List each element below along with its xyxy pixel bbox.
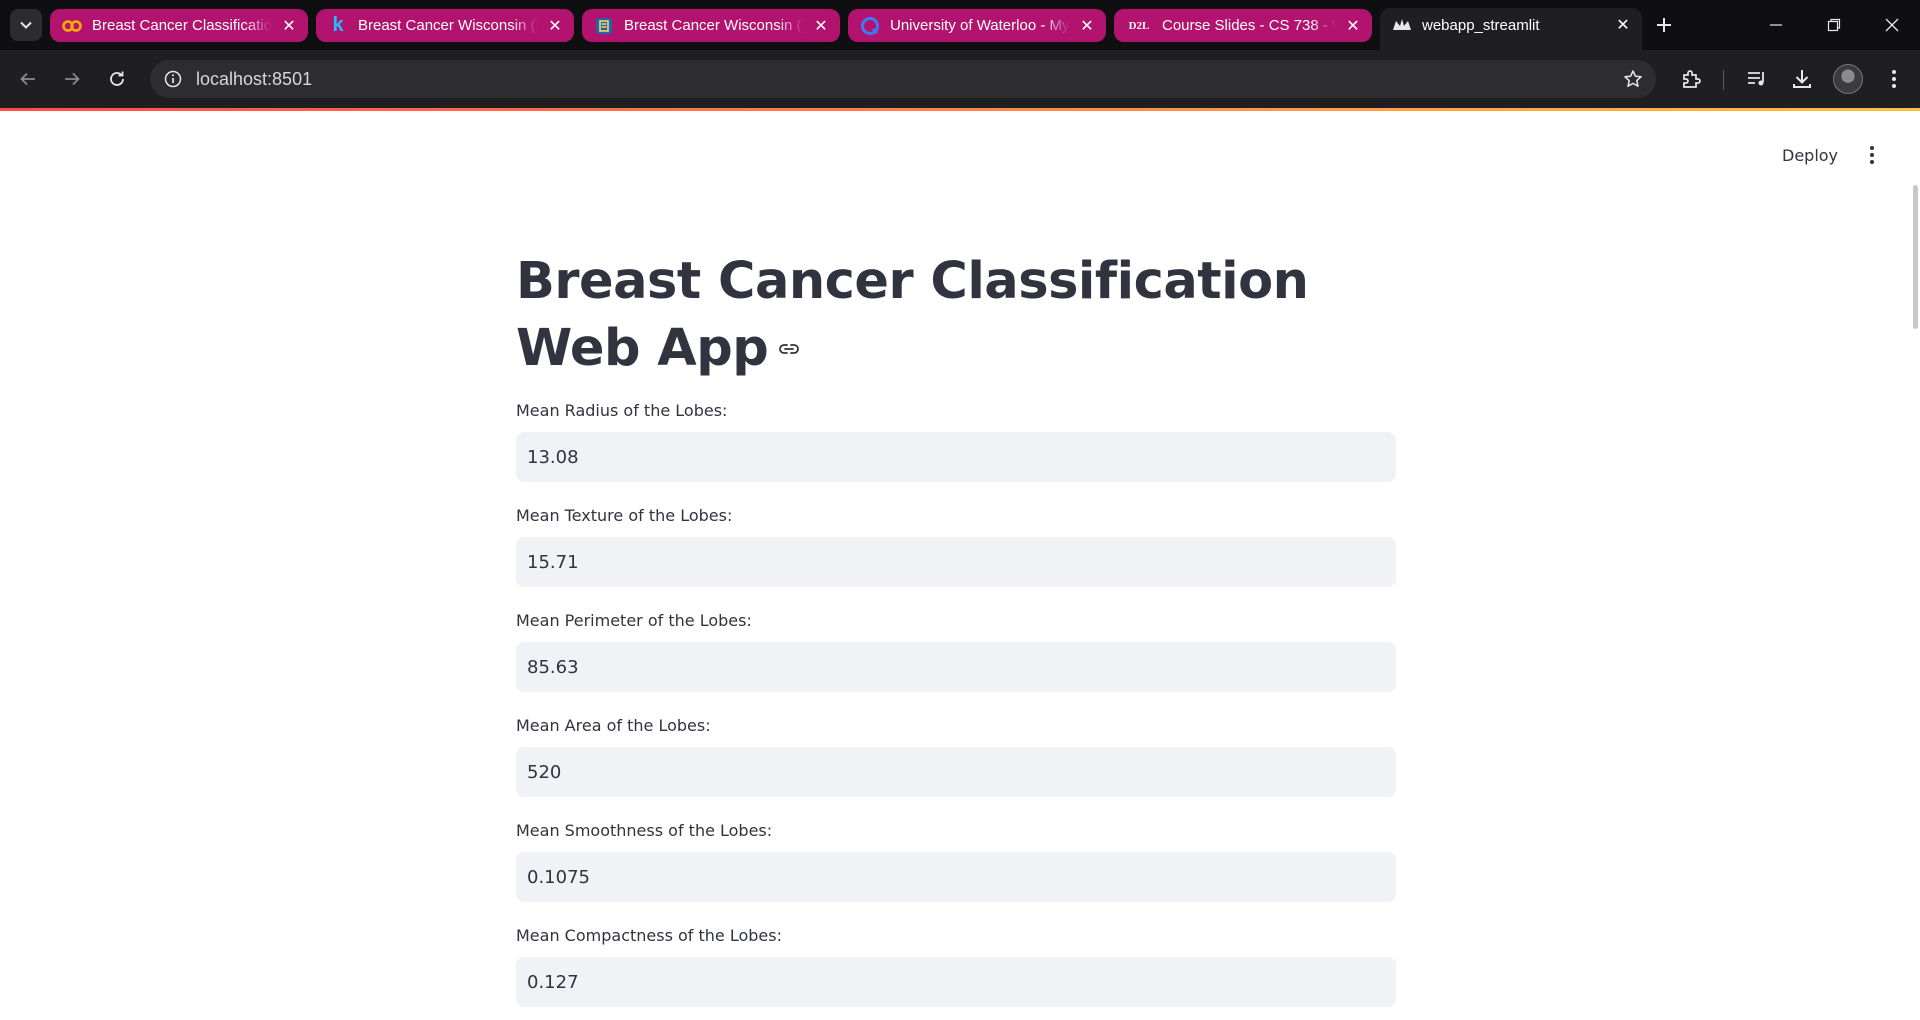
tab-title: Course Slides - CS 738 - W [1162,17,1336,34]
tab-title: Breast Cancer Classification [92,17,272,34]
streamlit-decoration-bar [0,108,1920,111]
tab-colab[interactable]: Breast Cancer Classification ✕ [50,9,308,42]
field-mean-area: Mean Area of the Lobes: [516,713,1396,797]
mean-perimeter-input[interactable] [516,642,1396,692]
link-icon[interactable] [778,342,800,356]
field-label: Mean Area of the Lobes: [516,716,711,735]
media-controls-button[interactable] [1741,63,1773,95]
arrow-left-icon [20,72,35,86]
plus-icon [1657,18,1671,32]
waterloo-icon [860,16,880,36]
restore-icon [1827,18,1841,32]
downloads-button[interactable] [1786,63,1818,95]
field-mean-texture: Mean Texture of the Lobes: [516,503,1396,587]
kebab-menu-icon [1892,70,1896,88]
tab-d2l[interactable]: D2L Course Slides - CS 738 - W ✕ [1114,9,1372,42]
minimize-icon [1770,24,1782,26]
kaggle-icon: k [332,14,344,36]
field-mean-compactness: Mean Compactness of the Lobes: [516,923,1396,1007]
mean-area-input[interactable] [516,747,1396,797]
media-queue-icon [1748,72,1764,86]
streamlit-icon [1392,15,1412,35]
field-mean-perimeter: Mean Perimeter of the Lobes: [516,608,1396,692]
new-tab-button[interactable] [1648,9,1680,41]
reload-button[interactable] [101,63,133,95]
close-tab-icon[interactable]: ✕ [278,15,300,37]
address-url[interactable]: localhost:8501 [196,69,312,90]
close-tab-icon[interactable]: ✕ [1342,15,1364,37]
address-bar[interactable]: localhost:8501 [150,60,1656,98]
mean-radius-input[interactable] [516,432,1396,482]
reload-icon [110,71,124,86]
field-label: Mean Radius of the Lobes: [516,401,728,420]
site-info-icon[interactable] [158,64,188,94]
close-tab-icon[interactable]: ✕ [1612,14,1634,36]
browser-toolbar: localhost:8501 [0,50,1920,108]
tab-title: Breast Cancer Wisconsin (Diagnostic) [624,17,804,34]
puzzle-icon [1683,70,1701,88]
field-label: Mean Compactness of the Lobes: [516,926,782,945]
tab-webapp-streamlit[interactable]: webapp_streamlit ✕ [1380,8,1642,50]
main-content: Breast Cancer Classification Web App Mea… [516,248,1396,1007]
restore-button[interactable] [1808,6,1860,44]
close-window-button[interactable] [1866,6,1918,44]
tab-title: University of Waterloo - My [890,17,1070,34]
close-tab-icon[interactable]: ✕ [544,15,566,37]
download-icon [1793,70,1811,88]
tab-title: Breast Cancer Wisconsin (Diagnostic) [358,17,538,34]
field-mean-radius: Mean Radius of the Lobes: [516,398,1396,482]
input-form: Mean Radius of the Lobes: Mean Texture o… [516,398,1396,1007]
arrow-right-icon [65,72,80,86]
mean-texture-input[interactable] [516,537,1396,587]
field-label: Mean Smoothness of the Lobes: [516,821,773,840]
bookmark-star-icon[interactable] [1618,64,1648,94]
d2l-icon: D2L [1128,19,1150,32]
mean-smoothness-input[interactable] [516,852,1396,902]
close-tab-icon[interactable]: ✕ [810,15,832,37]
tab-search-button[interactable] [10,9,42,41]
kebab-menu-icon [1870,146,1874,164]
tab-uci[interactable]: Breast Cancer Wisconsin (Diagnostic) ✕ [582,9,840,42]
field-label: Mean Perimeter of the Lobes: [516,611,752,630]
forward-button[interactable] [56,63,88,95]
close-tab-icon[interactable]: ✕ [1076,15,1098,37]
tab-waterloo[interactable]: University of Waterloo - My ✕ [848,9,1106,42]
extensions-button[interactable] [1675,63,1707,95]
field-label: Mean Texture of the Lobes: [516,506,733,525]
back-button[interactable] [12,63,44,95]
page-scrollbar[interactable] [1913,185,1918,329]
mean-compactness-input[interactable] [516,957,1396,1007]
profile-avatar[interactable] [1833,64,1863,94]
tab-kaggle[interactable]: k Breast Cancer Wisconsin (Diagnostic) ✕ [316,9,574,42]
tab-strip: Breast Cancer Classification ✕ k Breast … [0,0,1920,50]
tab-title: webapp_streamlit [1422,16,1540,34]
chrome-menu-button[interactable] [1878,63,1910,95]
chevron-down-icon [20,21,32,29]
minimize-button[interactable] [1750,6,1802,44]
page-title: Breast Cancer Classification Web App [516,248,1396,382]
field-mean-smoothness: Mean Smoothness of the Lobes: [516,818,1396,902]
colab-icon [62,16,82,36]
close-icon [1885,18,1899,32]
page-title-text: Breast Cancer Classification Web App [516,252,1309,378]
toolbar-separator [1723,70,1724,90]
deploy-button[interactable]: Deploy [1770,140,1850,170]
uci-icon [594,16,614,36]
main-menu-button[interactable] [1860,140,1884,170]
